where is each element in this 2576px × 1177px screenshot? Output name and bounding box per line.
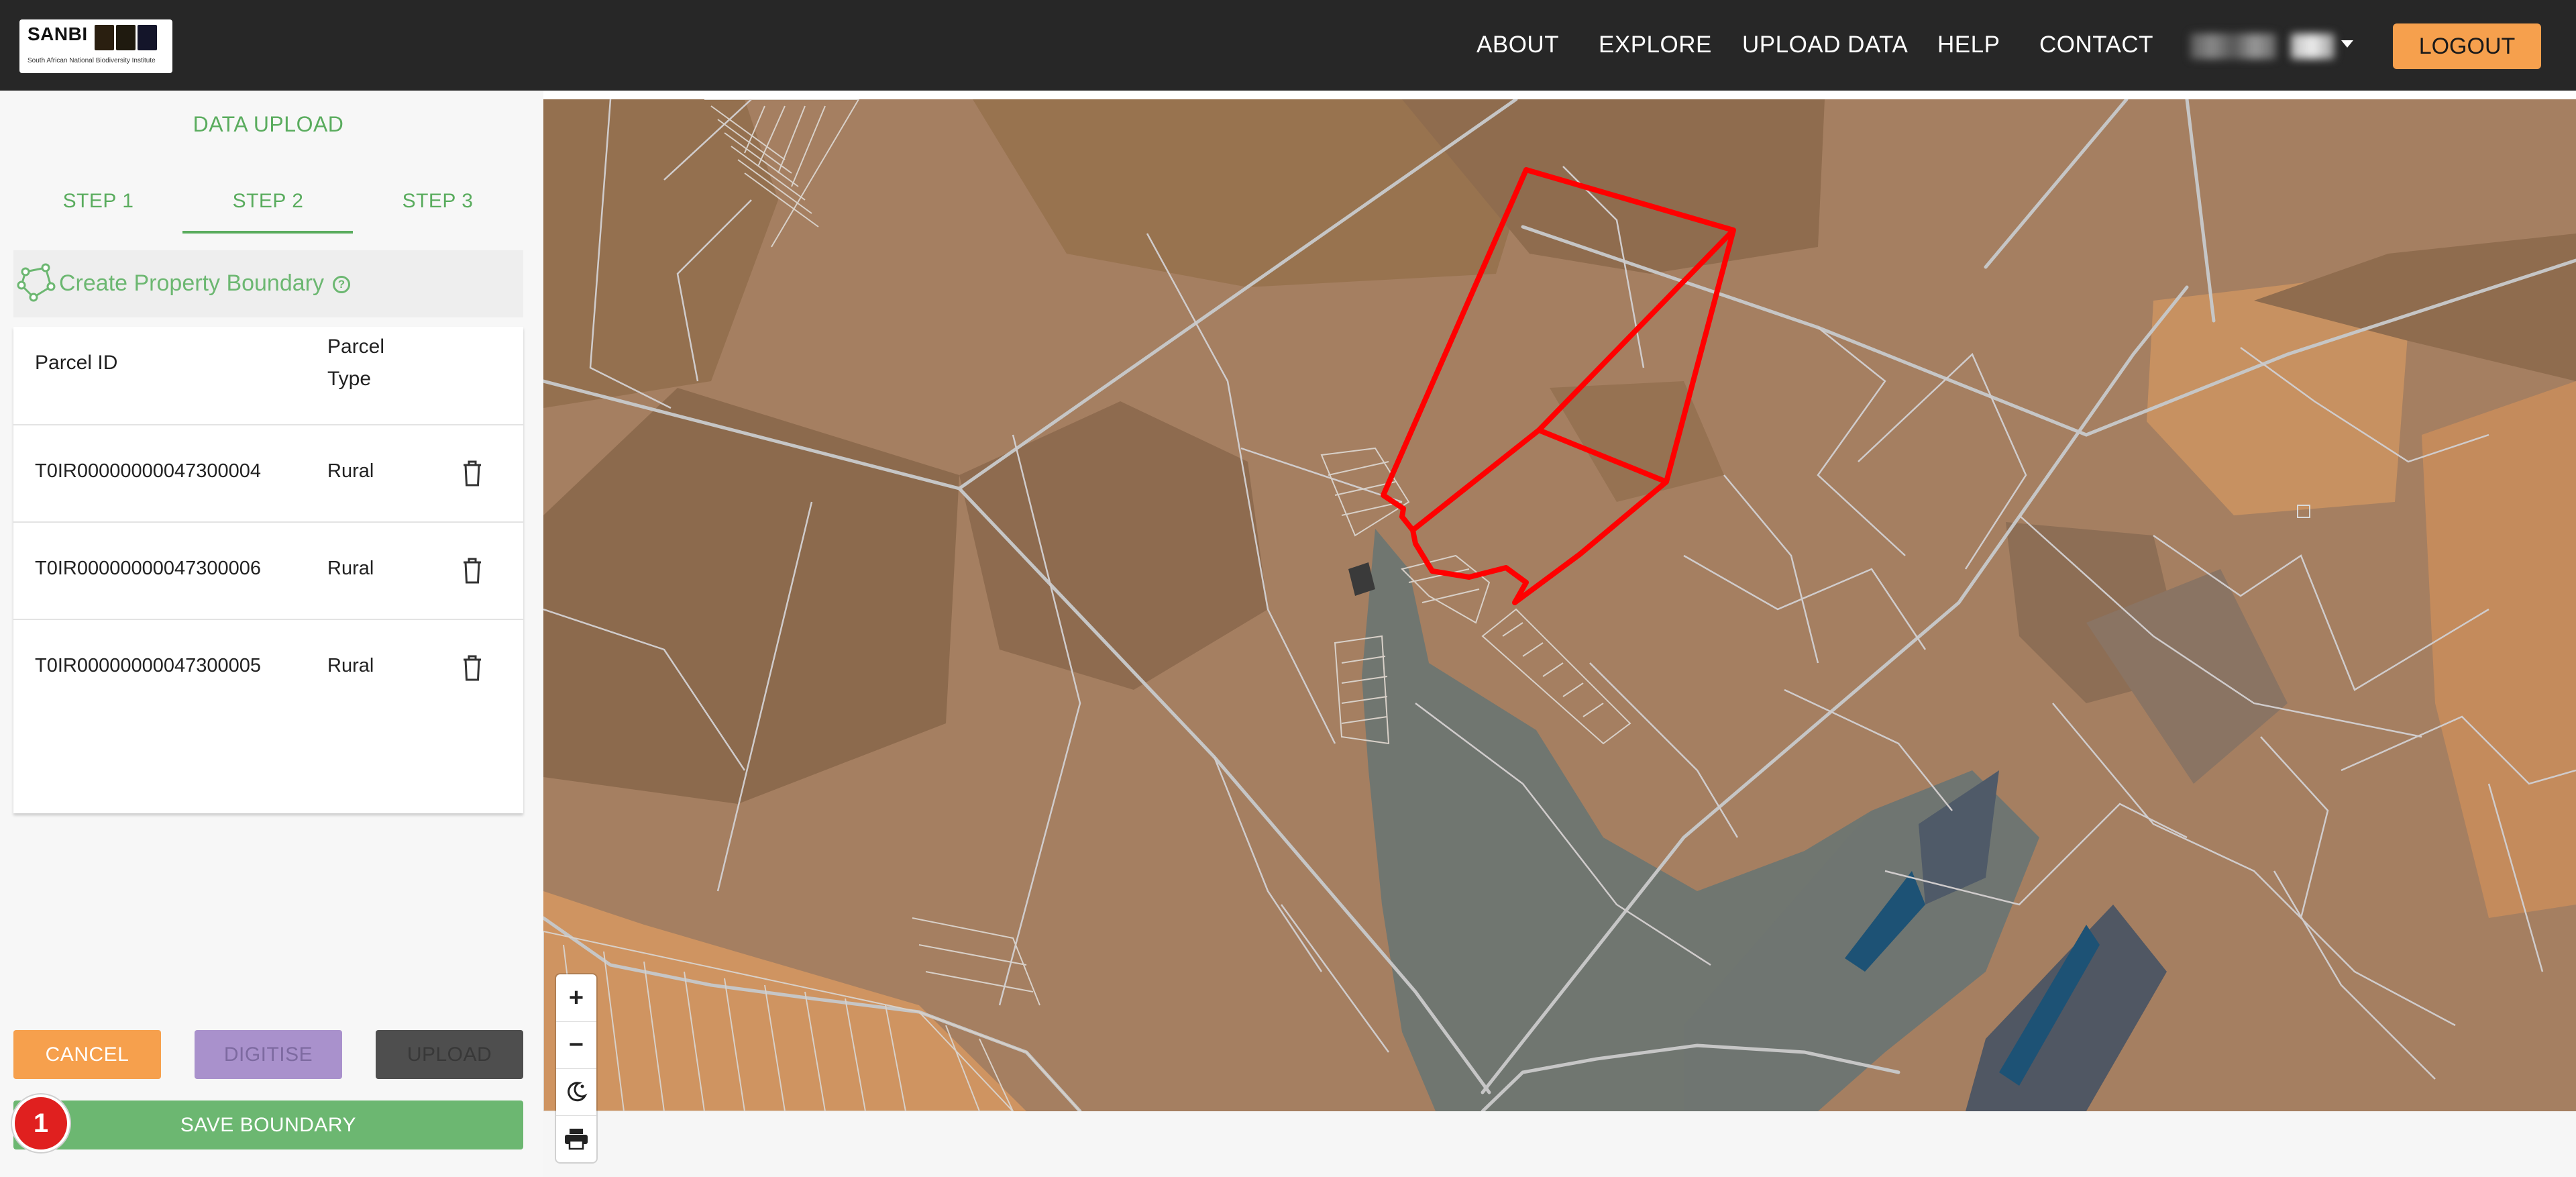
top-navbar: SANBI South African National Biodiversit… xyxy=(0,0,2576,91)
help-circle-icon[interactable]: ? xyxy=(333,276,350,293)
logo-subtitle: South African National Biodiversity Inst… xyxy=(28,57,156,64)
parcel-id-cell: T0IR00000000047300004 xyxy=(35,460,262,482)
zoom-out-icon[interactable]: − xyxy=(556,1021,596,1068)
column-header-parcel-type: Parcel Type xyxy=(327,336,385,390)
delete-icon[interactable] xyxy=(462,654,483,682)
delete-icon[interactable] xyxy=(462,459,483,487)
upload-sidebar: DATA UPLOAD STEP 1 STEP 2 STEP 3 Create … xyxy=(0,91,543,1177)
logo-swatch-icon xyxy=(116,25,136,50)
polygon-draw-icon xyxy=(17,263,56,302)
upload-button[interactable]: UPLOAD xyxy=(376,1030,523,1079)
map-footer-strip xyxy=(543,1111,2576,1177)
digitise-button[interactable]: DIGITISE xyxy=(195,1030,342,1079)
nav-about[interactable]: ABOUT xyxy=(1477,32,1559,58)
nav-help[interactable]: HELP xyxy=(1937,32,2000,58)
nav-contact[interactable]: CONTACT xyxy=(2039,32,2153,58)
table-row: T0IR00000000047300004 Rural xyxy=(13,424,523,521)
user-name-redacted[interactable] xyxy=(2190,34,2276,59)
parcel-type-cell: Rural xyxy=(327,558,374,579)
map-canvas[interactable] xyxy=(543,99,2576,1111)
map-view[interactable] xyxy=(543,99,2576,1111)
nav-explore[interactable]: EXPLORE xyxy=(1599,32,1712,58)
active-tab-indicator xyxy=(182,231,353,234)
theme-toggle-icon[interactable] xyxy=(556,1068,596,1115)
save-boundary-button[interactable]: SAVE BOUNDARY xyxy=(13,1101,523,1149)
logo-swatch-icon xyxy=(138,25,157,50)
create-boundary-section[interactable]: Create Property Boundary ? xyxy=(13,250,523,317)
cancel-button[interactable]: CANCEL xyxy=(13,1030,161,1079)
parcel-type-cell: Rural xyxy=(327,460,374,482)
print-icon[interactable] xyxy=(556,1115,596,1162)
parcel-id-cell: T0IR00000000047300006 xyxy=(35,558,262,579)
table-row: T0IR00000000047300005 Rural xyxy=(13,619,523,716)
map-controls: + − xyxy=(556,974,596,1162)
parcel-id-cell: T0IR00000000047300005 xyxy=(35,655,262,676)
tab-step-2[interactable]: STEP 2 xyxy=(183,190,353,213)
zoom-in-icon[interactable]: + xyxy=(556,974,596,1021)
user-avatar-redacted[interactable] xyxy=(2291,34,2334,59)
logo-swatch-icon xyxy=(95,25,114,50)
tab-step-3[interactable]: STEP 3 xyxy=(353,190,523,213)
sidebar-title: DATA UPLOAD xyxy=(193,112,344,136)
sanbi-logo[interactable]: SANBI South African National Biodiversit… xyxy=(19,19,172,73)
notification-badge[interactable]: 1 xyxy=(12,1094,70,1152)
delete-icon[interactable] xyxy=(462,556,483,584)
caret-down-icon[interactable] xyxy=(2341,40,2353,48)
logo-text: SANBI xyxy=(28,23,88,44)
nav-upload-data[interactable]: UPLOAD DATA xyxy=(1742,32,1908,58)
parcel-table: Parcel ID Parcel Type T0IR00000000047300… xyxy=(13,327,523,813)
logout-button[interactable]: LOGOUT xyxy=(2393,23,2541,69)
parcel-type-cell: Rural xyxy=(327,655,374,676)
table-row: T0IR00000000047300006 Rural xyxy=(13,521,523,619)
tab-step-1[interactable]: STEP 1 xyxy=(13,190,183,213)
create-boundary-label: Create Property Boundary xyxy=(59,270,324,296)
column-header-parcel-id: Parcel ID xyxy=(35,352,118,374)
